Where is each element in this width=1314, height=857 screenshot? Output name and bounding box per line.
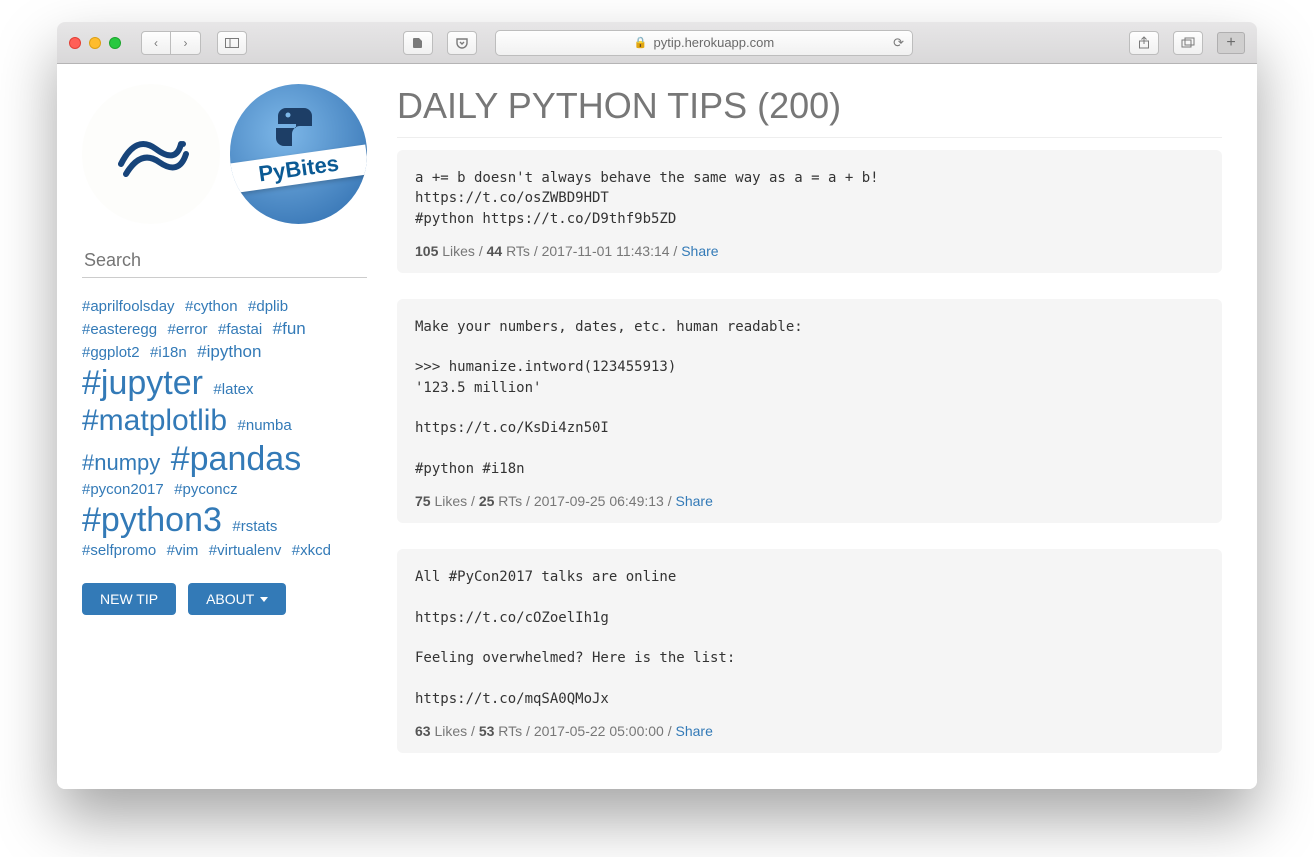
- tag-link[interactable]: #xkcd: [292, 543, 331, 558]
- tag-link[interactable]: #vim: [167, 543, 199, 558]
- chevron-down-icon: [260, 597, 268, 602]
- tag-link[interactable]: #dplib: [248, 299, 288, 314]
- pybites-logo[interactable]: PyBites: [230, 84, 368, 224]
- page-title: DAILY PYTHON TIPS (200): [397, 85, 1222, 138]
- main-content: DAILY PYTHON TIPS (200) a += b doesn't a…: [382, 79, 1237, 779]
- new-tip-button[interactable]: NEW TIP: [82, 583, 176, 615]
- tips-list: a += b doesn't always behave the same wa…: [397, 150, 1222, 753]
- tag-link[interactable]: #fastai: [218, 322, 262, 337]
- tag-link[interactable]: #fun: [273, 320, 306, 337]
- sidebar-toggle-button[interactable]: [217, 31, 247, 55]
- address-bar[interactable]: 🔒 pytip.herokuapp.com ⟳: [495, 30, 913, 56]
- evernote-extension-icon[interactable]: [403, 31, 433, 55]
- tag-link[interactable]: #numpy: [82, 452, 160, 474]
- tag-link[interactable]: #aprilfoolsday: [82, 299, 175, 314]
- timestamp: 2017-09-25 06:49:13: [534, 493, 664, 509]
- share-link[interactable]: Share: [681, 243, 718, 259]
- back-button[interactable]: ‹: [141, 31, 171, 55]
- pocket-extension-icon[interactable]: [447, 31, 477, 55]
- tip-card: All #PyCon2017 talks are online https://…: [397, 549, 1222, 753]
- tag-link[interactable]: #i18n: [150, 345, 187, 360]
- tag-link[interactable]: #matplotlib: [82, 406, 227, 436]
- about-label: ABOUT: [206, 591, 254, 607]
- page-content: PyBites #aprilfoolsday #cython #dplib #e…: [57, 64, 1257, 789]
- rts-count: 53: [479, 723, 495, 739]
- reload-button[interactable]: ⟳: [893, 35, 904, 51]
- tip-meta: 75 Likes / 25 RTs / 2017-09-25 06:49:13 …: [415, 493, 1204, 509]
- tag-link[interactable]: #cython: [185, 299, 238, 314]
- share-button[interactable]: [1129, 31, 1159, 55]
- tag-link[interactable]: #error: [168, 322, 208, 337]
- browser-toolbar: ‹ › 🔒 pytip.herokuapp.com ⟳ +: [57, 22, 1257, 64]
- tag-cloud: #aprilfoolsday #cython #dplib #easteregg…: [82, 296, 367, 561]
- tip-card: a += b doesn't always behave the same wa…: [397, 150, 1222, 273]
- timestamp: 2017-11-01 11:43:14: [542, 243, 670, 259]
- url-text: pytip.herokuapp.com: [654, 35, 775, 50]
- forward-button[interactable]: ›: [171, 31, 201, 55]
- about-dropdown-button[interactable]: ABOUT: [188, 583, 286, 615]
- tip-meta: 105 Likes / 44 RTs / 2017-11-01 11:43:14…: [415, 243, 1204, 259]
- tip-meta: 63 Likes / 53 RTs / 2017-05-22 05:00:00 …: [415, 723, 1204, 739]
- close-window-button[interactable]: [69, 37, 81, 49]
- nav-buttons: ‹ ›: [141, 31, 201, 55]
- window-controls: [69, 37, 121, 49]
- likes-count: 75: [415, 493, 431, 509]
- likes-count: 105: [415, 243, 438, 259]
- tag-link[interactable]: #pandas: [171, 442, 301, 476]
- share-link[interactable]: Share: [676, 493, 713, 509]
- tip-body: All #PyCon2017 talks are online https://…: [415, 567, 1204, 709]
- tip-body: Make your numbers, dates, etc. human rea…: [415, 317, 1204, 479]
- tag-link[interactable]: #selfpromo: [82, 543, 156, 558]
- tag-link[interactable]: #pyconcz: [174, 482, 237, 497]
- timestamp: 2017-05-22 05:00:00: [534, 723, 664, 739]
- tabs-overview-button[interactable]: [1173, 31, 1203, 55]
- tag-link[interactable]: #rstats: [232, 519, 277, 534]
- safari-window: ‹ › 🔒 pytip.herokuapp.com ⟳ +: [57, 22, 1257, 789]
- tag-link[interactable]: #python3: [82, 503, 222, 537]
- tag-link[interactable]: #pycon2017: [82, 482, 164, 497]
- rts-count: 25: [479, 493, 495, 509]
- tag-link[interactable]: #ipython: [197, 343, 261, 360]
- tag-link[interactable]: #numba: [238, 418, 292, 433]
- search-input[interactable]: [82, 244, 367, 278]
- tip-body: a += b doesn't always behave the same wa…: [415, 168, 1204, 229]
- likes-count: 63: [415, 723, 431, 739]
- share-link[interactable]: Share: [676, 723, 713, 739]
- lock-icon: 🔒: [634, 36, 648, 49]
- python-tips-logo[interactable]: [82, 84, 220, 224]
- tag-link[interactable]: #ggplot2: [82, 345, 140, 360]
- sidebar: PyBites #aprilfoolsday #cython #dplib #e…: [67, 79, 382, 779]
- tip-card: Make your numbers, dates, etc. human rea…: [397, 299, 1222, 523]
- minimize-window-button[interactable]: [89, 37, 101, 49]
- logos: PyBites: [82, 79, 367, 244]
- tag-link[interactable]: #latex: [213, 382, 253, 397]
- zoom-window-button[interactable]: [109, 37, 121, 49]
- new-tip-label: NEW TIP: [100, 591, 158, 607]
- tag-link[interactable]: #virtualenv: [209, 543, 282, 558]
- tag-link[interactable]: #easteregg: [82, 322, 157, 337]
- tag-link[interactable]: #jupyter: [82, 366, 203, 400]
- new-tab-button[interactable]: +: [1217, 32, 1245, 54]
- rts-count: 44: [487, 243, 503, 259]
